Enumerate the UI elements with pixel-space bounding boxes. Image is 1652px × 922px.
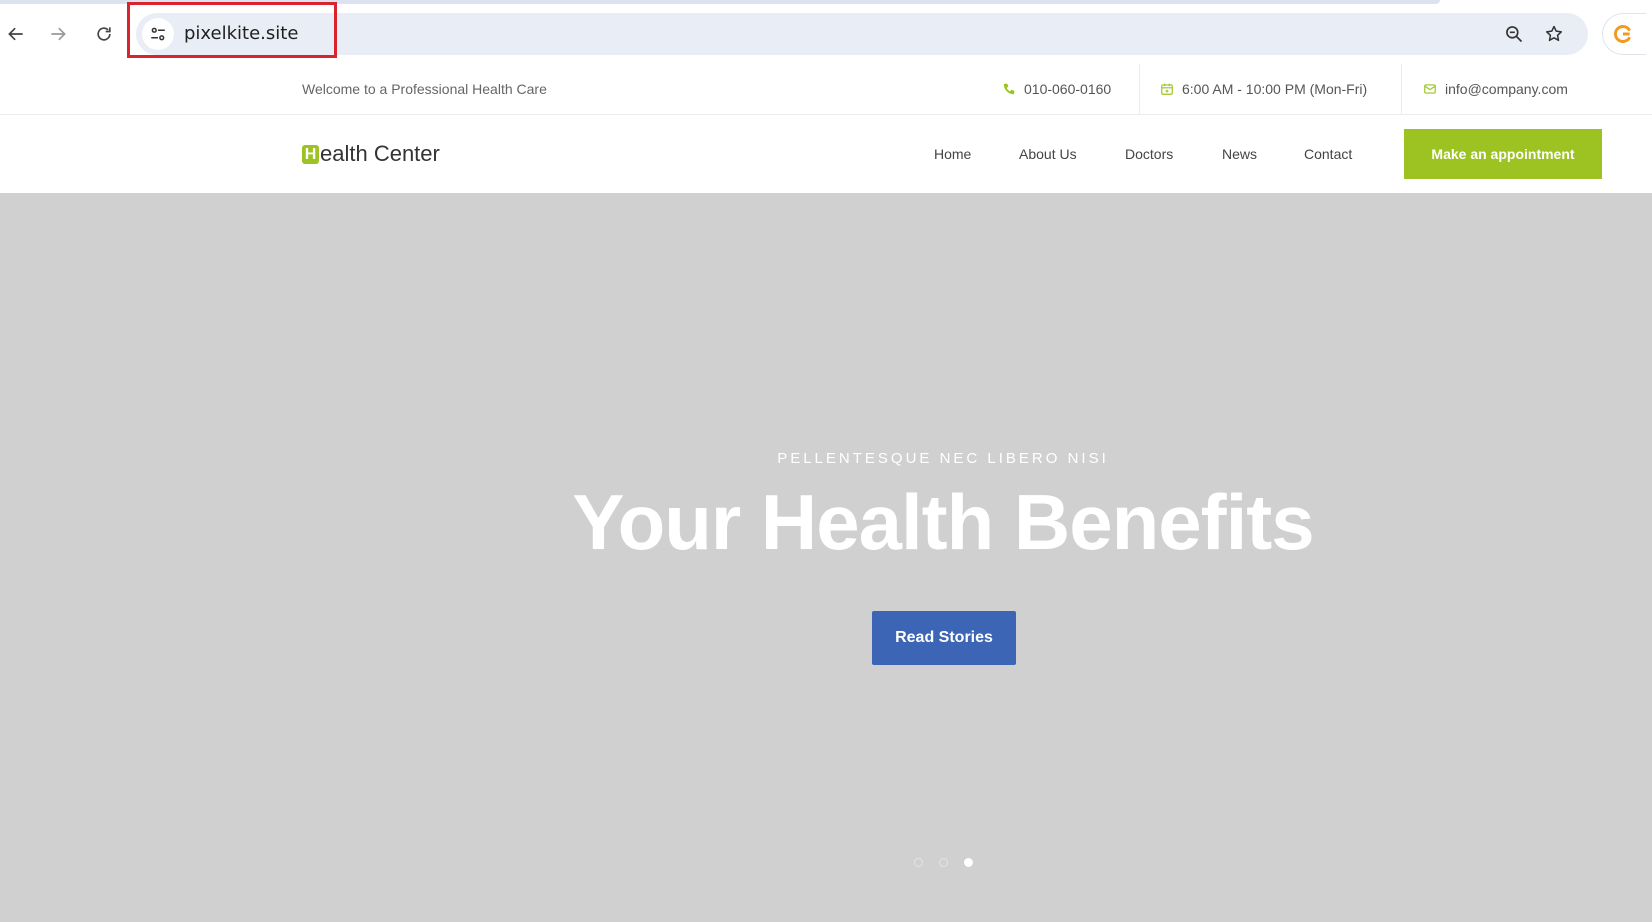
url-highlight-box <box>127 2 337 58</box>
site-logo[interactable]: Health Center <box>302 115 440 193</box>
calendar-icon <box>1161 83 1173 95</box>
extension-icon <box>1614 25 1631 43</box>
top-info-bar: Welcome to a Professional Health Care 01… <box>0 64 1652 115</box>
main-navbar: Health Center Home About Us Doctors News… <box>0 115 1652 193</box>
phone-icon <box>1003 83 1015 95</box>
phone-contact[interactable]: 010-060-0160 <box>1002 64 1111 114</box>
back-arrow-icon <box>8 27 23 41</box>
divider <box>1401 64 1402 114</box>
hero-title: Your Health Benefits <box>572 478 1314 566</box>
hero-slider: PELLENTESQUE NEC LIBERO NISI Your Health… <box>0 193 1652 922</box>
nav-link-news[interactable]: News <box>1222 115 1257 193</box>
slider-dot[interactable] <box>939 858 948 867</box>
welcome-text: Welcome to a Professional Health Care <box>302 81 547 97</box>
phone-number: 010-060-0160 <box>1024 81 1112 97</box>
divider <box>1139 64 1140 114</box>
forward-button[interactable] <box>42 18 74 50</box>
reload-button[interactable] <box>88 18 120 50</box>
opening-hours: 6:00 AM - 10:00 PM (Mon-Fri) <box>1182 81 1368 97</box>
back-button[interactable] <box>0 18 32 50</box>
logo-initial: H <box>302 144 319 164</box>
nav-link-contact[interactable]: Contact <box>1304 115 1352 193</box>
forward-arrow-icon <box>51 27 66 41</box>
email-address: info@company.com <box>1445 81 1568 97</box>
hours-info: 6:00 AM - 10:00 PM (Mon-Fri) <box>1160 64 1367 114</box>
make-appointment-button[interactable]: Make an appointment <box>1404 129 1602 179</box>
nav-link-home[interactable]: Home <box>934 115 971 193</box>
bookmark-star-icon <box>1545 25 1563 42</box>
nav-link-about-us[interactable]: About Us <box>1019 115 1077 193</box>
zoom-out-icon <box>1506 26 1523 43</box>
extension-button[interactable] <box>1602 13 1646 55</box>
logo-text: ealth Center <box>320 141 440 166</box>
address-bar[interactable]: pixelkite.site <box>136 13 1588 55</box>
read-stories-button[interactable]: Read Stories <box>872 611 1016 665</box>
bookmark-button[interactable] <box>1538 18 1570 50</box>
zoom-button[interactable] <box>1498 18 1530 50</box>
envelope-icon <box>1424 84 1436 94</box>
hero-kicker: PELLENTESQUE NEC LIBERO NISI <box>777 450 1109 467</box>
browser-toolbar: pixelkite.site <box>0 0 1652 65</box>
slider-dot[interactable] <box>914 858 923 867</box>
email-contact[interactable]: info@company.com <box>1423 64 1568 114</box>
reload-icon <box>97 27 111 41</box>
slider-dot[interactable] <box>964 858 973 867</box>
nav-link-doctors[interactable]: Doctors <box>1125 115 1173 193</box>
